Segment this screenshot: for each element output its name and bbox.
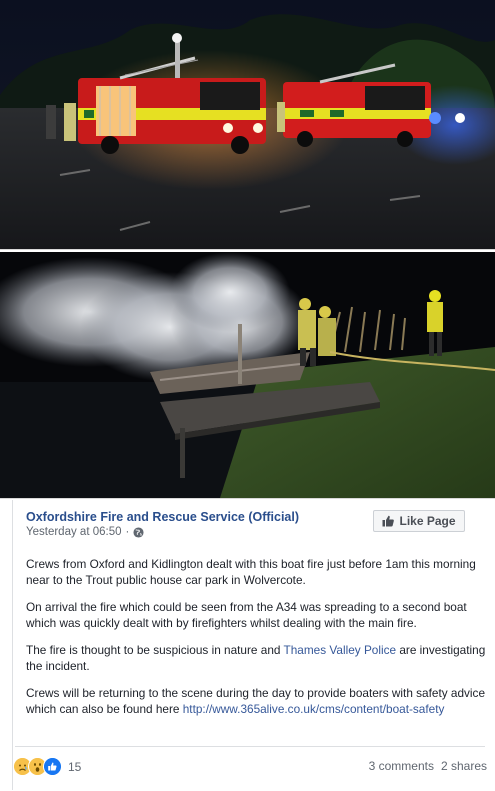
boat-safety-link[interactable]: http://www.365alive.co.uk/cms/content/bo… <box>183 702 445 716</box>
post-paragraph: Crews will be returning to the scene dur… <box>26 685 486 717</box>
thumbs-up-icon <box>382 515 395 527</box>
post-timestamp[interactable]: Yesterday at 06:50 <box>26 526 121 538</box>
meta-separator: · <box>125 526 130 538</box>
post-paragraph: Crews from Oxford and Kidlington dealt w… <box>26 557 476 587</box>
like-reaction-icon <box>43 757 62 776</box>
post-paragraph: On arrival the fire which could be seen … <box>26 600 467 630</box>
reaction-count: 15 <box>68 759 82 774</box>
like-page-label: Like Page <box>399 514 456 528</box>
comments-count-link[interactable]: 3 comments <box>369 759 434 773</box>
engagement-summary: 3 comments 2 shares <box>369 759 487 773</box>
post-text: Crews from Oxford and Kidlington dealt w… <box>26 556 486 728</box>
post-paragraph: The fire is thought to be suspicious in … <box>26 642 486 674</box>
like-page-button[interactable]: Like Page <box>373 510 465 532</box>
shares-count-link[interactable]: 2 shares <box>441 759 487 773</box>
reactions-summary[interactable]: 15 <box>13 757 81 776</box>
post-meta: Yesterday at 06:50 · <box>26 526 144 538</box>
page-name-link[interactable]: Oxfordshire Fire and Rescue Service (Off… <box>26 510 299 524</box>
globe-icon <box>133 526 144 538</box>
footer-divider <box>15 746 485 747</box>
post-photo-boat-fire[interactable] <box>0 252 495 499</box>
post-photo-fire-engines[interactable] <box>0 0 495 250</box>
thames-valley-police-link[interactable]: Thames Valley Police <box>284 643 397 657</box>
facebook-post: Oxfordshire Fire and Rescue Service (Off… <box>12 500 495 790</box>
paragraph-text: The fire is thought to be suspicious in … <box>26 643 284 657</box>
